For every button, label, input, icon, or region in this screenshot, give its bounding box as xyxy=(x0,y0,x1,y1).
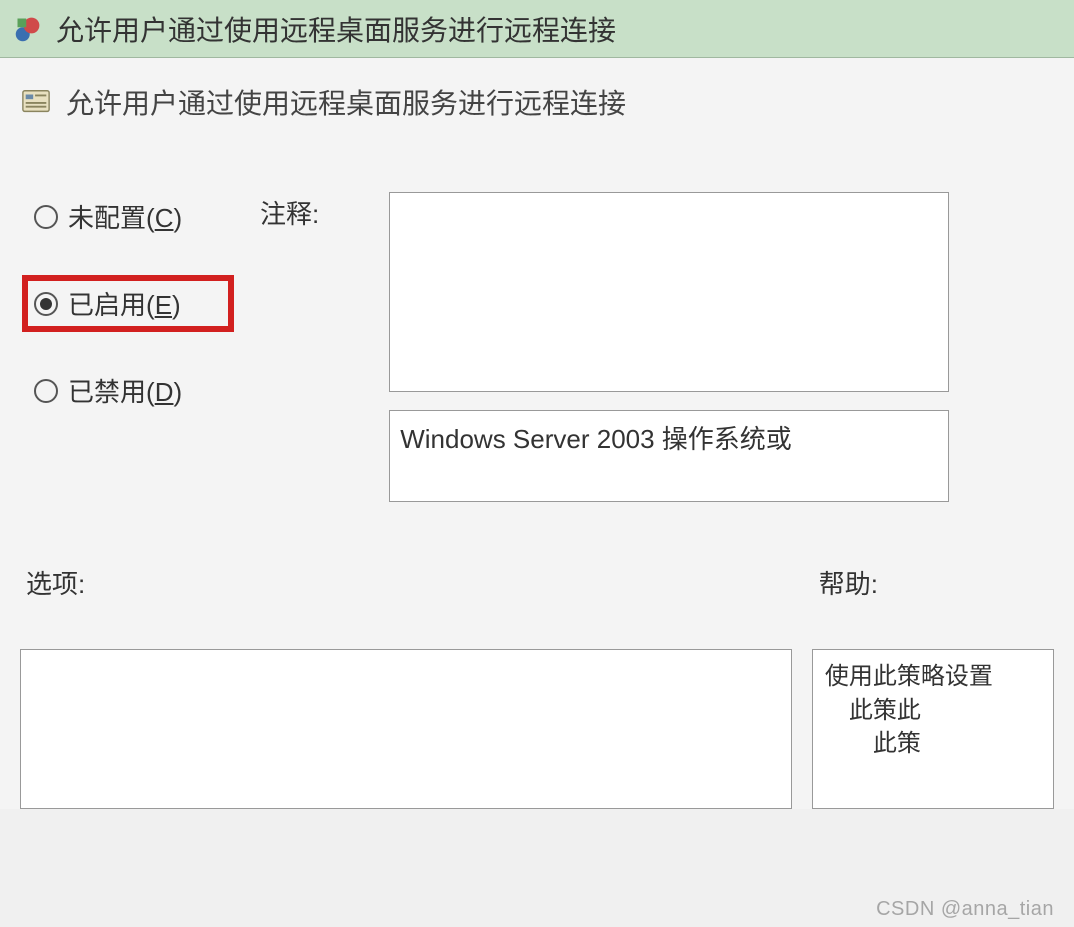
radio-disabled[interactable]: 已禁用(D) xyxy=(26,366,230,415)
titlebar-title: 允许用户通过使用远程桌面服务进行远程连接 xyxy=(56,9,616,49)
help-text-line: 此策此 xyxy=(825,694,1041,728)
help-label: 帮助: xyxy=(819,564,878,601)
comment-textarea[interactable] xyxy=(389,192,949,392)
radio-circle-icon xyxy=(34,379,58,403)
help-text-line: 此策 xyxy=(825,727,1041,761)
header-row: 允许用户通过使用远程桌面服务进行远程连接 xyxy=(20,82,1054,122)
options-label: 选项: xyxy=(26,564,85,601)
supported-on-box: Windows Server 2003 操作系统或 xyxy=(389,410,949,502)
panels-row: 使用此策略设置 此策此 此策 xyxy=(20,649,1054,809)
titlebar: 允许用户通过使用远程桌面服务进行远程连接 xyxy=(0,0,1074,58)
right-column: Windows Server 2003 操作系统或 xyxy=(389,192,1054,502)
policy-icon xyxy=(14,15,42,43)
radio-label: 已启用(E) xyxy=(68,285,181,322)
supported-on-text: Windows Server 2003 操作系统或 xyxy=(400,424,792,454)
radio-group: 未配置(C) 已启用(E) 已禁用(D) xyxy=(20,192,230,415)
page-icon xyxy=(20,86,52,118)
options-panel[interactable] xyxy=(20,649,792,809)
content-area: 允许用户通过使用远程桌面服务进行远程连接 未配置(C) 已启用(E) 已禁用(D… xyxy=(0,58,1074,809)
lower-labels-row: 选项: 帮助: xyxy=(20,564,1054,601)
comment-label: 注释: xyxy=(260,192,319,231)
radio-label: 已禁用(D) xyxy=(68,372,182,409)
help-text-line: 使用此策略设置 xyxy=(825,660,1041,694)
config-row: 未配置(C) 已启用(E) 已禁用(D) 注释: Windows Server … xyxy=(20,192,1054,502)
radio-circle-icon xyxy=(34,292,58,316)
radio-label: 未配置(C) xyxy=(68,198,182,235)
watermark: CSDN @anna_tian xyxy=(876,898,1054,921)
radio-enabled[interactable]: 已启用(E) xyxy=(26,279,230,328)
radio-circle-icon xyxy=(34,205,58,229)
page-title: 允许用户通过使用远程桌面服务进行远程连接 xyxy=(66,82,626,122)
help-panel: 使用此策略设置 此策此 此策 xyxy=(812,649,1054,809)
radio-not-configured[interactable]: 未配置(C) xyxy=(26,192,230,241)
